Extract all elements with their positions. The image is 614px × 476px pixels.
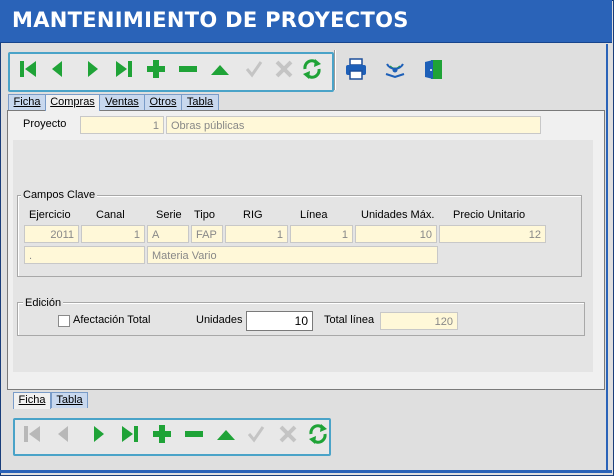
edit-record-icon xyxy=(208,57,232,84)
next-record-button[interactable] xyxy=(80,58,104,82)
printer-button[interactable] xyxy=(344,57,368,84)
signal-icon xyxy=(383,57,407,84)
cancel-icon xyxy=(276,422,300,449)
delete-record-icon xyxy=(176,57,200,84)
tab-ventas[interactable]: Ventas xyxy=(99,94,145,110)
proyecto-label: Proyecto xyxy=(23,118,67,130)
toolbar-separator xyxy=(334,50,336,90)
proyecto-code-field[interactable]: 1 xyxy=(80,116,164,134)
window-right-border xyxy=(606,44,608,472)
confirm-button[interactable] xyxy=(242,58,266,82)
precio-unitario-header: Precio Unitario xyxy=(453,209,526,221)
edit-record-button[interactable] xyxy=(208,58,232,82)
precio-unitario-field[interactable]: 12 xyxy=(439,225,546,243)
previous-record-icon xyxy=(46,57,70,84)
confirm-button[interactable] xyxy=(244,423,268,447)
exit-door-icon xyxy=(422,57,446,84)
canal-header: Canal xyxy=(96,209,125,221)
ejercicio-field[interactable]: 2011 xyxy=(24,225,79,243)
add-record-icon xyxy=(150,422,174,449)
exit-door-button[interactable] xyxy=(422,58,446,82)
refresh-button[interactable] xyxy=(300,58,324,82)
unidades-max-header: Unidades Máx. xyxy=(361,209,435,221)
add-record-button[interactable] xyxy=(150,423,174,447)
total-linea-field[interactable]: 120 xyxy=(380,312,458,330)
add-record-icon xyxy=(144,57,168,84)
unidades-label: Unidades xyxy=(196,314,243,326)
afectacion-total-checkbox[interactable] xyxy=(58,315,70,327)
first-record-icon xyxy=(20,422,44,449)
cancel-icon xyxy=(272,57,296,84)
first-record-button[interactable] xyxy=(16,58,40,82)
edicion-title: Edición xyxy=(23,297,64,309)
title-bar: MANTENIMIENTO DE PROYECTOS xyxy=(0,0,612,43)
rig-header: RIG xyxy=(243,209,263,221)
add-record-button[interactable] xyxy=(144,58,168,82)
rig-field[interactable]: 1 xyxy=(225,225,288,243)
item-description-field[interactable]: Materia Vario xyxy=(147,246,438,264)
delete-record-button[interactable] xyxy=(182,423,206,447)
tab-tabla[interactable]: Tabla xyxy=(181,94,219,110)
last-record-button[interactable] xyxy=(118,423,142,447)
tipo-header: Tipo xyxy=(194,209,215,221)
confirm-icon xyxy=(244,422,268,449)
linea-field[interactable]: 1 xyxy=(290,225,353,243)
last-record-button[interactable] xyxy=(112,58,136,82)
unidades-input[interactable]: 10 xyxy=(246,311,313,331)
previous-record-button[interactable] xyxy=(46,58,70,82)
window-bottom-border xyxy=(0,470,612,473)
unidades-max-field[interactable]: 10 xyxy=(355,225,437,243)
total-linea-label: Total línea xyxy=(324,314,375,326)
canal-field[interactable]: 1 xyxy=(81,225,145,243)
ejercicio-header: Ejercicio xyxy=(29,209,71,221)
serie-field[interactable]: A xyxy=(147,225,189,243)
edit-record-button[interactable] xyxy=(214,423,238,447)
first-record-button[interactable] xyxy=(20,423,44,447)
previous-record-button[interactable] xyxy=(52,423,76,447)
tab-tabla[interactable]: Tabla xyxy=(51,392,88,408)
campos-clave-title: Campos Clave xyxy=(21,189,98,201)
previous-record-icon xyxy=(52,422,76,449)
tab-ficha[interactable]: Ficha xyxy=(8,94,46,110)
refresh-icon xyxy=(300,57,324,84)
refresh-button[interactable] xyxy=(306,423,330,447)
tab-compras[interactable]: Compras xyxy=(45,94,100,111)
proyecto-name-field[interactable]: Obras públicas xyxy=(166,116,541,134)
refresh-icon xyxy=(306,422,330,449)
last-record-icon xyxy=(112,57,136,84)
cancel-button[interactable] xyxy=(276,423,300,447)
last-record-icon xyxy=(118,422,142,449)
tipo-field[interactable]: FAP xyxy=(191,225,223,243)
confirm-icon xyxy=(242,57,266,84)
window-title: MANTENIMIENTO DE PROYECTOS xyxy=(12,8,409,32)
next-record-icon xyxy=(80,57,104,84)
cancel-button[interactable] xyxy=(272,58,296,82)
linea-header: Línea xyxy=(300,209,328,221)
item-code-field[interactable]: . xyxy=(24,246,145,264)
printer-icon xyxy=(344,57,368,84)
delete-record-icon xyxy=(182,422,206,449)
serie-header: Serie xyxy=(156,209,182,221)
afectacion-total-label: Afectación Total xyxy=(73,314,151,326)
signal-button[interactable] xyxy=(383,58,407,82)
next-record-icon xyxy=(86,422,110,449)
edit-record-icon xyxy=(214,422,238,449)
tab-otros[interactable]: Otros xyxy=(144,94,182,110)
first-record-icon xyxy=(16,57,40,84)
next-record-button[interactable] xyxy=(86,423,110,447)
tab-ficha[interactable]: Ficha xyxy=(13,392,51,409)
delete-record-button[interactable] xyxy=(176,58,200,82)
